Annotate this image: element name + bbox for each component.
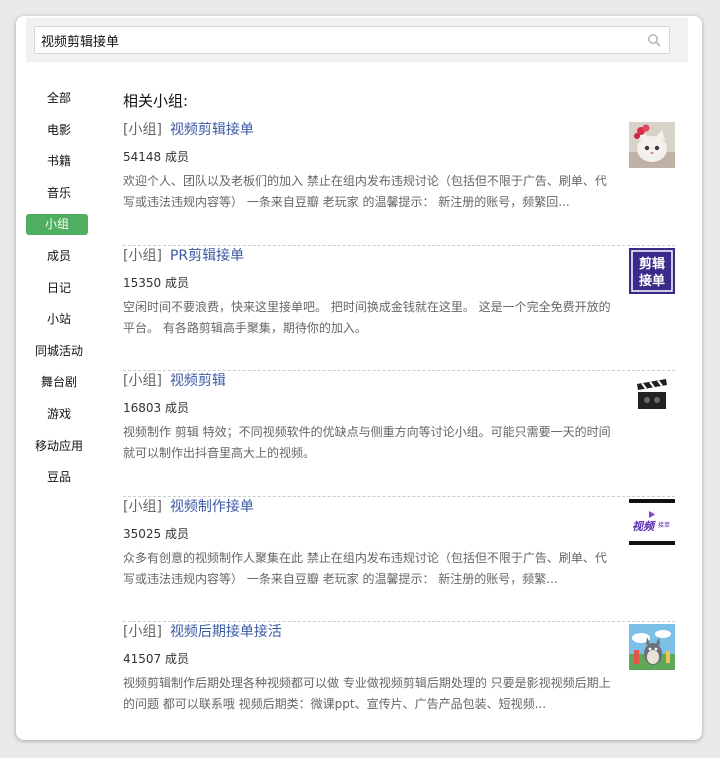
list-item: [小组] 视频后期接单接活 41507 成员 视频剪辑制作后期处理各种视频都可以做…	[123, 622, 675, 740]
result-type-label: [小组]	[123, 373, 162, 389]
search-input[interactable]	[41, 30, 631, 50]
app-window: 全部 电影 书籍 音乐 小组 成员 日记 小站 同城活动 舞台剧 游戏 移动应用…	[16, 16, 702, 740]
result-description: 欢迎个人、团队以及老板们的加入 禁止在组内发布违规讨论（包括但不限于广告、刷单、…	[123, 174, 607, 209]
result-title-link[interactable]: PR剪辑接单	[170, 248, 244, 264]
sidebar-item-books[interactable]: 书籍	[26, 151, 92, 172]
result-title-link[interactable]: 视频制作接单	[170, 499, 254, 515]
thumb-label: 视频	[632, 520, 656, 533]
edit-order-logo-icon[interactable]: 剪辑 接单	[629, 247, 675, 294]
result-type-label: [小组]	[123, 498, 162, 515]
list-item: [小组] PR剪辑接单 15350 成员 空闲时间不要浪费，快来这里接单吧。 把时…	[123, 246, 675, 371]
result-title-link[interactable]: 视频剪辑接单	[170, 122, 254, 138]
member-count: 54148 成员	[123, 150, 189, 164]
sidebar-item-movie[interactable]: 电影	[26, 120, 92, 141]
sidebar-item-games[interactable]: 游戏	[26, 404, 92, 425]
sidebar-item-drama[interactable]: 舞台剧	[26, 372, 92, 393]
search-box[interactable]	[34, 26, 670, 54]
sidebar-item-music[interactable]: 音乐	[26, 183, 92, 204]
member-count: 35025 成员	[123, 526, 189, 541]
result-title-link[interactable]: 视频后期接单接活	[170, 624, 282, 640]
category-sidebar: 全部 电影 书籍 音乐 小组 成员 日记 小站 同城活动 舞台剧 游戏 移动应用…	[26, 88, 92, 499]
sidebar-item-all[interactable]: 全部	[26, 88, 92, 109]
result-description: 视频剪辑制作后期处理各种视频都可以做 专业做视频剪辑后期处理的 只要是影视视频后…	[123, 676, 611, 711]
result-type-label: [小组]	[123, 624, 162, 640]
list-item: [小组] 视频剪辑接单 54148 成员 欢迎个人、团队以及老板们的加入 禁止在组…	[123, 120, 675, 246]
result-description: 视频制作 剪辑 特效；不同视频软件的优缺点与侧重方向等讨论小组。可能只需要一天的…	[123, 425, 611, 460]
result-title-link[interactable]: 视频剪辑	[170, 373, 226, 389]
sidebar-item-groups[interactable]: 小组	[26, 214, 88, 236]
clapperboard-icon[interactable]	[629, 373, 675, 419]
thumb-label: 接单	[658, 521, 670, 529]
sidebar-item-site[interactable]: 小站	[26, 309, 92, 330]
member-count: 15350 成员	[123, 275, 189, 290]
video-order-logo-icon[interactable]: 视频 接单	[629, 498, 675, 545]
member-count: 41507 成员	[123, 652, 189, 666]
member-count: 16803 成员	[123, 401, 189, 415]
result-type-label: [小组]	[123, 247, 162, 264]
sidebar-item-members[interactable]: 成员	[26, 246, 92, 267]
result-type-label: [小组]	[123, 122, 162, 138]
result-description: 空闲时间不要浪费，快来这里接单吧。 把时间换成金钱就在这里。 这是一个完全免费开…	[123, 299, 611, 335]
sidebar-item-products[interactable]: 豆品	[26, 467, 92, 488]
list-item: [小组] 视频剪辑 16803 成员 视频制作 剪辑 特效；不同视频软件的优缺点与…	[123, 371, 675, 497]
search-bar	[26, 18, 688, 62]
list-item: [小组] 视频制作接单 35025 成员 众多有创意的视频制作人聚集在此 禁止在组…	[123, 497, 675, 622]
search-results: 相关小组: [小组] 视频剪辑接单 54148 成员 欢迎个人、团队以及老板们的加…	[123, 90, 675, 740]
search-icon[interactable]	[647, 33, 661, 47]
sidebar-item-diary[interactable]: 日记	[26, 278, 92, 299]
sidebar-item-events[interactable]: 同城活动	[26, 341, 92, 362]
result-description: 众多有创意的视频制作人聚集在此 禁止在组内发布违规讨论（包括但不限于广告、刷单、…	[123, 550, 607, 586]
section-title: 相关小组:	[123, 92, 189, 110]
sidebar-item-apps[interactable]: 移动应用	[26, 436, 92, 457]
thumb-label: 接单	[639, 273, 665, 289]
cat-avatar-icon[interactable]	[629, 122, 675, 168]
thumb-label: 剪辑	[639, 256, 665, 272]
anime-scene-icon[interactable]	[629, 624, 675, 670]
